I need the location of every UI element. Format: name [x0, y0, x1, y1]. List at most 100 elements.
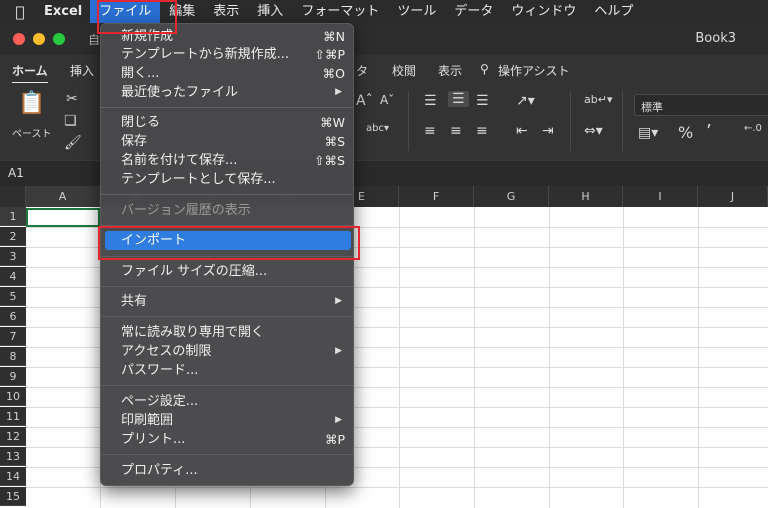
menu-item-open[interactable]: 開く... ⌘O	[105, 64, 351, 83]
menu-item-always-open-read-only[interactable]: 常に読み取り専用で開く	[105, 323, 351, 342]
grid-line	[26, 487, 768, 488]
row-header[interactable]: 14	[0, 467, 26, 486]
percent-icon[interactable]: %	[678, 123, 693, 142]
menu-item-label: バージョン履歴の表示	[121, 203, 251, 218]
copy-icon[interactable]: ❏	[64, 113, 77, 129]
column-header[interactable]: I	[623, 186, 698, 207]
menu-item-label: ファイル サイズの圧縮...	[121, 264, 268, 279]
menu-tools[interactable]: ツール	[388, 0, 445, 23]
cut-icon[interactable]: ✂	[66, 91, 78, 107]
menu-item-restrict-access[interactable]: アクセスの制限 ▶	[105, 342, 351, 361]
menu-item-share[interactable]: 共有 ▶	[105, 292, 351, 311]
select-all-corner[interactable]	[0, 186, 26, 207]
menu-edit[interactable]: 編集	[160, 0, 204, 23]
font-grow-icon[interactable]: Aˆ	[356, 93, 373, 109]
comma-style-icon[interactable]: ’	[706, 121, 712, 142]
merge-center-icon[interactable]: ⇔▾	[584, 123, 603, 139]
decimal-increase-icon[interactable]: ←.0	[744, 123, 762, 134]
orientation-icon[interactable]: ↗▾	[516, 93, 535, 109]
decrease-indent-icon[interactable]: ⇤	[516, 123, 528, 139]
menu-item-print[interactable]: プリント... ⌘P	[105, 430, 351, 449]
menu-item-label: 共有	[121, 294, 148, 309]
row-header[interactable]: 6	[0, 307, 26, 326]
mac-menubar:  Excel ファイル 編集 表示 挿入 フォーマット ツール データ ウィン…	[0, 0, 768, 23]
tab-data[interactable]: タ	[356, 62, 368, 79]
menu-item-save-as[interactable]: 名前を付けて保存... ⇧⌘S	[105, 151, 351, 170]
app-menu-excel[interactable]: Excel	[40, 0, 90, 23]
menu-separator	[101, 316, 353, 317]
increase-indent-icon[interactable]: ⇥	[542, 123, 554, 139]
row-header[interactable]: 11	[0, 407, 26, 426]
align-middle-icon[interactable]: ☰	[448, 91, 469, 107]
row-header[interactable]: 15	[0, 487, 26, 506]
file-menu-dropdown: 新規作成 ⌘N テンプレートから新規作成... ⇧⌘P 開く... ⌘O 最近使ったフ…	[100, 23, 354, 486]
menu-item-passwords[interactable]: パスワード...	[105, 361, 351, 380]
menu-item-reduce-file-size[interactable]: ファイル サイズの圧縮...	[105, 262, 351, 281]
menu-item-save[interactable]: 保存 ⌘S	[105, 132, 351, 151]
name-box[interactable]: A1	[0, 164, 80, 184]
tab-home[interactable]: ホーム	[12, 62, 48, 84]
menu-item-save-as-template[interactable]: テンプレートとして保存...	[105, 170, 351, 189]
row-header[interactable]: 9	[0, 367, 26, 386]
column-header[interactable]: F	[399, 186, 474, 207]
row-header[interactable]: 3	[0, 247, 26, 266]
row-header[interactable]: 4	[0, 267, 26, 286]
align-right-icon[interactable]: ≡	[476, 123, 488, 139]
column-header[interactable]: J	[698, 186, 768, 207]
align-left-icon[interactable]: ≡	[424, 123, 436, 139]
menu-item-new[interactable]: 新規作成 ⌘N	[105, 27, 351, 46]
format-painter-icon[interactable]: 🖌	[64, 135, 82, 151]
row-header[interactable]: 2	[0, 227, 26, 246]
menu-insert[interactable]: 挿入	[248, 0, 292, 23]
column-header[interactable]: G	[474, 186, 549, 207]
number-format-select[interactable]: 標準	[634, 94, 768, 116]
close-window-button[interactable]	[13, 33, 25, 45]
align-top-icon[interactable]: ☰	[424, 93, 437, 109]
tab-review[interactable]: 校閲	[392, 62, 416, 79]
tab-tell-me[interactable]: 操作アシスト	[498, 62, 570, 79]
row-header[interactable]: 13	[0, 447, 26, 466]
menu-item-close[interactable]: 閉じる ⌘W	[105, 113, 351, 132]
row-header[interactable]: 10	[0, 387, 26, 406]
grid-line	[549, 207, 550, 508]
menu-help[interactable]: ヘルプ	[585, 0, 642, 23]
menu-separator	[101, 385, 353, 386]
menu-item-recent-files[interactable]: 最近使ったファイル ▶	[105, 83, 351, 102]
row-header[interactable]: 8	[0, 347, 26, 366]
tab-view[interactable]: 表示	[438, 62, 462, 79]
row-header[interactable]: 5	[0, 287, 26, 306]
submenu-arrow-icon: ▶	[335, 87, 342, 97]
zoom-window-button[interactable]	[53, 33, 65, 45]
menu-window[interactable]: ウィンドウ	[502, 0, 585, 23]
menu-item-page-setup[interactable]: ページ設定...	[105, 392, 351, 411]
menu-format[interactable]: フォーマット	[292, 0, 388, 23]
font-shrink-icon[interactable]: Aˇ	[380, 93, 394, 107]
selected-cell-a1[interactable]	[26, 208, 100, 227]
wrap-text-icon[interactable]: ab↵▾	[584, 93, 612, 106]
menu-item-new-from-template[interactable]: テンプレートから新規作成... ⇧⌘P	[105, 45, 351, 64]
column-header[interactable]: H	[549, 186, 623, 207]
menu-view[interactable]: 表示	[204, 0, 248, 23]
align-bottom-icon[interactable]: ☰	[476, 93, 489, 109]
menu-item-properties[interactable]: プロパティ...	[105, 461, 351, 480]
row-header[interactable]: 12	[0, 427, 26, 446]
menu-item-import[interactable]: インポート	[105, 231, 351, 250]
apple-menu-icon[interactable]: 	[0, 3, 40, 21]
ribbon-divider	[408, 91, 409, 151]
column-header[interactable]: A	[26, 186, 100, 207]
paste-icon[interactable]: 📋	[18, 91, 45, 116]
font-color-icon[interactable]: abc▾	[366, 123, 389, 134]
menu-file[interactable]: ファイル	[90, 0, 161, 23]
menu-item-label: パスワード...	[121, 363, 199, 378]
lightbulb-icon: ⚲	[480, 62, 489, 76]
currency-format-icon[interactable]: ▤▾	[638, 125, 658, 141]
shortcut-label: ⌘O	[322, 66, 345, 81]
row-header[interactable]: 1	[0, 207, 26, 226]
minimize-window-button[interactable]	[33, 33, 45, 45]
row-header[interactable]: 7	[0, 327, 26, 346]
tab-insert[interactable]: 挿入	[70, 62, 94, 79]
align-center-icon[interactable]: ≡	[450, 123, 462, 139]
menu-item-label: ページ設定...	[121, 394, 199, 409]
menu-item-print-area[interactable]: 印刷範囲 ▶	[105, 411, 351, 430]
menu-data[interactable]: データ	[445, 0, 502, 23]
